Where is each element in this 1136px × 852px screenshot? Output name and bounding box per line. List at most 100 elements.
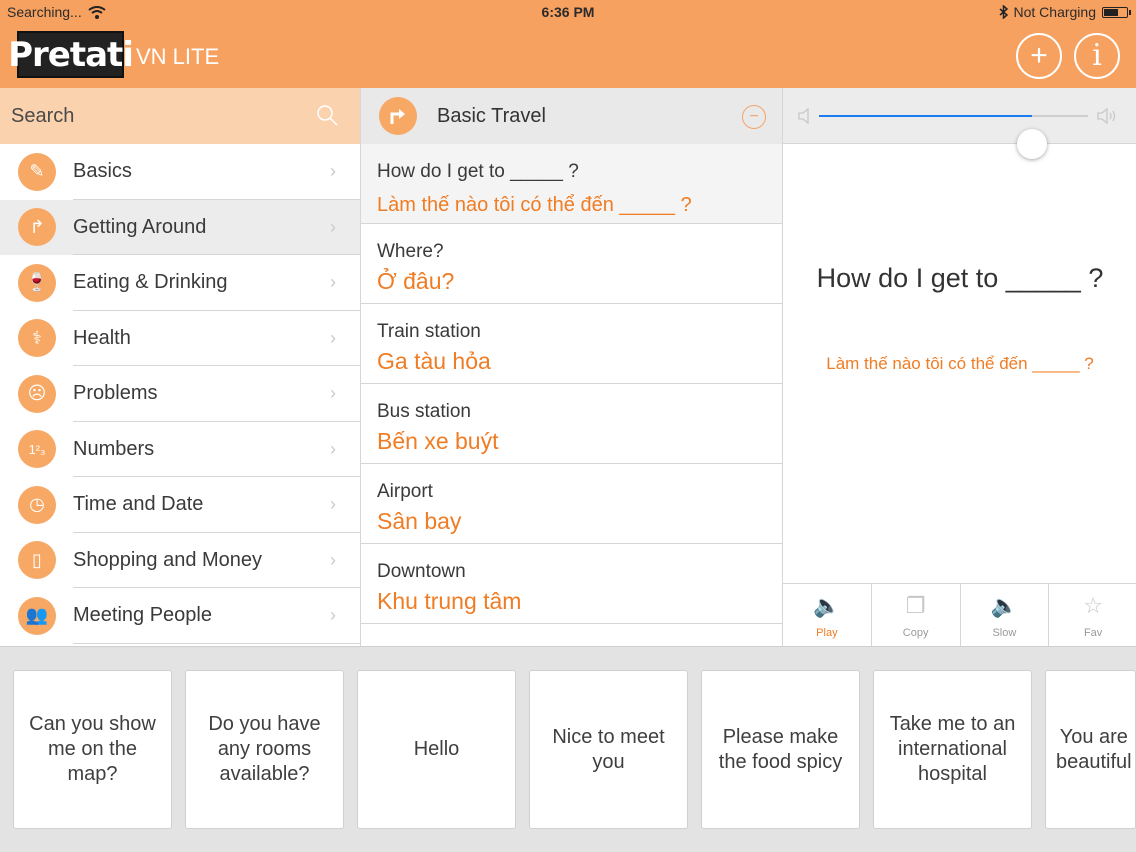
phrase-english: Airport <box>377 481 433 502</box>
category-item-problems[interactable]: ☹ Problems › <box>0 366 360 422</box>
action-label: Copy <box>902 627 929 639</box>
chevron-right-icon: › <box>330 605 336 626</box>
numbers-icon: 1²₃ <box>18 430 56 469</box>
phrase-row[interactable]: Train station Ga tàu hỏa <box>361 304 782 384</box>
phrase-row[interactable]: Downtown Khu trung tâm <box>361 544 782 624</box>
phrase-vietnamese: Ga tàu hỏa <box>377 348 491 374</box>
search-icon[interactable] <box>316 104 338 126</box>
category-label: Problems <box>73 382 158 405</box>
slow-button[interactable]: 🔈 Slow <box>961 584 1050 646</box>
category-item-getting-around[interactable]: ↱ Getting Around › <box>0 199 360 255</box>
shopping-bag-icon: ▯ <box>18 541 56 580</box>
copy-button[interactable]: ❐ Copy <box>872 584 961 646</box>
chevron-right-icon: › <box>330 272 336 293</box>
category-label: Meeting People <box>73 604 212 627</box>
favorite-card[interactable]: Nice to meet you <box>529 670 688 829</box>
category-item-shopping-money[interactable]: ▯ Shopping and Money › <box>0 533 360 588</box>
chevron-right-icon: › <box>330 549 336 570</box>
charging-text: Not Charging <box>1013 4 1097 20</box>
turn-arrow-icon <box>379 97 417 135</box>
plus-circle-icon: + <box>1030 39 1048 72</box>
category-label: Time and Date <box>73 493 204 516</box>
category-item-numbers[interactable]: 1²₃ Numbers › <box>0 422 360 477</box>
copy-icon: ❐ <box>905 593 926 618</box>
sad-face-icon: ☹ <box>18 374 56 413</box>
chevron-right-icon: › <box>330 216 336 237</box>
phrase-vietnamese: Bến xe buýt <box>377 428 499 454</box>
phrase-english: How do I get to _____ ? <box>377 161 579 182</box>
info-circle-icon: i <box>1092 38 1102 73</box>
bluetooth-icon <box>999 5 1008 19</box>
favorite-card[interactable]: Can you show me on the map? <box>13 670 172 829</box>
clock-calendar-icon: ◷ <box>18 485 56 524</box>
favorite-card[interactable]: Hello <box>357 670 516 829</box>
favorite-card[interactable]: Do you have any rooms available? <box>185 670 344 829</box>
star-icon: ☆ <box>1083 593 1103 618</box>
favorites-tray: Can you show me on the map? Do you have … <box>0 646 1136 852</box>
info-button[interactable]: i <box>1074 33 1120 79</box>
app-header: Searching... 6:36 PM Not Charging Pretat… <box>0 0 1136 88</box>
volume-control <box>783 88 1136 159</box>
phrase-english: Where? <box>377 241 444 262</box>
volume-slider-fill <box>819 115 1032 117</box>
phrase-list-header: Basic Travel − <box>361 88 782 144</box>
phrase-vietnamese: Ở đâu? <box>377 268 455 294</box>
speaker-icon: 🔈 <box>813 593 841 618</box>
category-item-eating-drinking[interactable]: 🍷 Eating & Drinking › <box>0 255 360 311</box>
phrase-vietnamese: Sân bay <box>377 508 462 534</box>
favorite-card[interactable]: You are beautiful <box>1045 670 1136 829</box>
fav-button[interactable]: ☆ Fav <box>1049 584 1136 646</box>
chevron-right-icon: › <box>330 438 336 459</box>
category-label: Basics <box>73 160 132 183</box>
category-panel: Search ✎ Basics › ↱ Getting Around › 🍷 E… <box>0 88 360 646</box>
chevron-right-icon: › <box>330 161 336 182</box>
chevron-right-icon: › <box>330 327 336 348</box>
phrase-panel: Basic Travel − How do I get to _____ ? L… <box>360 88 782 646</box>
speaker-low-icon <box>798 107 809 125</box>
favorite-card[interactable]: Please make the food spicy <box>701 670 860 829</box>
phrase-row[interactable]: Where? Ở đâu? <box>361 224 782 304</box>
people-icon: 👥 <box>18 596 56 635</box>
chevron-right-icon: › <box>330 383 336 404</box>
clock: 6:36 PM <box>541 4 595 20</box>
speaker-high-icon <box>1097 107 1116 125</box>
play-button[interactable]: 🔈 Play <box>783 584 872 646</box>
app-logo: Pretati <box>8 31 134 78</box>
status-bar: Searching... 6:36 PM Not Charging <box>0 0 1136 24</box>
volume-slider[interactable] <box>819 115 1088 159</box>
phrase-vietnamese: Làm thế nào tôi có thể đến _____ ? <box>377 194 692 216</box>
minus-circle-icon: − <box>749 108 759 125</box>
category-item-basics[interactable]: ✎ Basics › <box>0 144 360 200</box>
detail-panel: How do I get to _____ ? Làm thế nào tôi … <box>782 88 1136 646</box>
phrase-english: Downtown <box>377 561 466 582</box>
phrase-row[interactable]: Bus station Bến xe buýt <box>361 384 782 464</box>
selected-phrase-vietnamese: Làm thế nào tôi có thể đến _____ ? <box>826 354 1094 373</box>
phrase-english: Train station <box>377 321 481 342</box>
add-button[interactable]: + <box>1016 33 1062 79</box>
glass-icon: 🍷 <box>18 263 56 302</box>
collapse-button[interactable]: − <box>742 105 766 129</box>
category-item-time-date[interactable]: ◷ Time and Date › <box>0 477 360 533</box>
phrase-list-title: Basic Travel <box>437 104 546 127</box>
selected-phrase-english: How do I get to _____ ? <box>816 263 1104 293</box>
battery-icon <box>1102 6 1131 18</box>
favorite-card-text: You are beautiful <box>1056 725 1132 773</box>
search-field[interactable]: Search <box>0 88 360 144</box>
app-subtitle: VN LITE <box>136 44 220 69</box>
category-label: Eating & Drinking <box>73 271 228 294</box>
category-label: Health <box>73 326 131 349</box>
phrase-row[interactable]: How do I get to _____ ? Làm thế nào tôi … <box>361 144 782 224</box>
action-label: Fav <box>1083 627 1103 639</box>
search-placeholder: Search <box>11 104 75 127</box>
chevron-right-icon: › <box>330 494 336 515</box>
category-item-health[interactable]: ⚕ Health › <box>0 311 360 366</box>
category-item-meeting-people[interactable]: 👥 Meeting People › <box>0 588 360 644</box>
volume-slider-knob[interactable] <box>1016 129 1047 159</box>
action-bar: 🔈 Play ❐ Copy 🔈 Slow ☆ Fav <box>783 583 1136 646</box>
phrase-vietnamese: Khu trung tâm <box>377 588 522 614</box>
action-label: Slow <box>992 627 1017 639</box>
favorite-card[interactable]: Take me to an international hospital <box>873 670 1032 829</box>
phrase-row[interactable]: Airport Sân bay <box>361 464 782 544</box>
category-label: Numbers <box>73 437 155 460</box>
pencil-icon: ✎ <box>18 152 56 191</box>
